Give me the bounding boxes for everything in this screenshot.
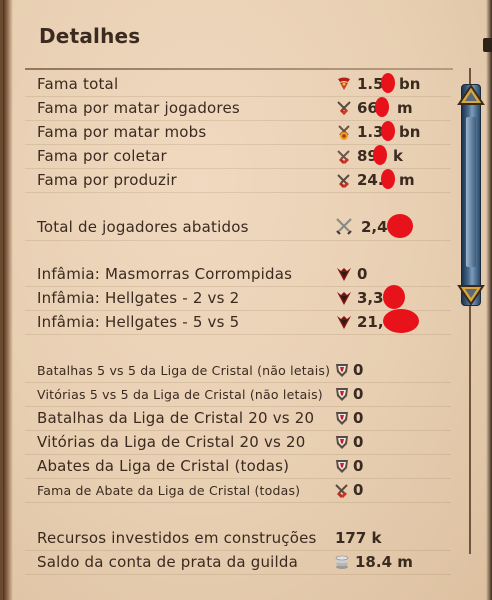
stat-row-crystal-kill-fame: Fama de Abate da Liga de Cristal (todas)… <box>25 478 451 503</box>
redaction-mark <box>375 97 389 117</box>
crafting-fame-icon <box>337 174 350 188</box>
scrollbar-grip <box>466 117 476 267</box>
stat-row-pve-fame: Fama por matar mobs 1.3 bn <box>25 120 451 145</box>
stat-label: Infâmia: Hellgates - 5 vs 5 <box>37 313 240 331</box>
stat-label: Fama por matar mobs <box>37 123 207 141</box>
fame-total-icon <box>338 77 350 90</box>
stat-label: Recursos investidos em construções <box>37 529 317 547</box>
stat-label: Infâmia: Masmorras Corrompidas <box>37 265 293 283</box>
stat-label: Total de jogadores abatidos <box>37 218 249 236</box>
stat-row-infamy-corrupted: Infâmia: Masmorras Corrompidas 0 <box>25 262 451 287</box>
stat-row-crafting-fame: Fama por produzir 24. m <box>25 168 451 193</box>
title-divider <box>25 68 453 70</box>
crystal-shield-icon <box>336 364 348 377</box>
silver-coins-icon <box>335 555 349 569</box>
gathering-fame-icon <box>337 150 350 164</box>
stat-label: Saldo da conta de prata da guilda <box>37 553 298 571</box>
stat-value: 0 <box>353 433 364 451</box>
stat-label: Fama por coletar <box>37 147 167 165</box>
stat-row-infamy-hellgate-2v2: Infâmia: Hellgates - 2 vs 2 3,3 <box>25 285 451 311</box>
stat-label: Vitórias 5 vs 5 da Liga de Cristal (não … <box>37 386 323 402</box>
scroll-down-arrow-icon[interactable] <box>457 282 485 306</box>
infamy-icon <box>337 292 351 305</box>
stat-row-crystal-20v20-battles: Batalhas da Liga de Cristal 20 vs 20 0 <box>25 406 451 431</box>
redaction-mark <box>387 214 413 238</box>
panel-edge <box>486 0 492 600</box>
stat-value: 1.5 <box>357 75 384 93</box>
panel-corner <box>483 38 492 52</box>
infamy-icon <box>337 316 351 329</box>
stat-label: Fama por produzir <box>37 171 177 189</box>
stat-unit: bn <box>399 123 421 141</box>
redaction-mark <box>383 285 405 309</box>
stat-value: 21, <box>357 313 384 331</box>
scrollbar-thumb[interactable] <box>461 84 481 306</box>
redaction-mark <box>381 73 395 93</box>
crystal-fame-icon <box>335 484 348 498</box>
stat-value: 177 k <box>335 529 382 547</box>
stat-value: 18.4 m <box>355 553 413 571</box>
stat-value: 0 <box>353 481 364 499</box>
crystal-shield-icon <box>336 412 348 425</box>
stat-value: 0 <box>353 409 364 427</box>
stat-row-gathering-fame: Fama por coletar 89 k <box>25 144 451 169</box>
stat-row-guild-silver: Saldo da conta de prata da guilda 18.4 m <box>25 550 451 575</box>
redaction-mark <box>381 121 395 141</box>
redaction-mark <box>381 169 395 189</box>
crystal-shield-icon <box>336 436 348 449</box>
pvp-fame-icon <box>337 101 351 115</box>
stat-unit: k <box>393 147 403 165</box>
stat-value: 0 <box>353 385 364 403</box>
scroll-up-arrow-icon[interactable] <box>457 84 485 108</box>
stat-row-fame-total: Fama total 1.5 bn <box>25 72 451 97</box>
stat-unit: bn <box>399 75 421 93</box>
stat-value: 1.3 <box>357 123 384 141</box>
stat-value: 0 <box>357 265 368 283</box>
stat-row-crystal-5v5-battles: Batalhas 5 vs 5 da Liga de Cristal (não … <box>25 358 451 383</box>
stat-label: Fama por matar jogadores <box>37 99 240 117</box>
stat-row-crystal-kills: Abates da Liga de Cristal (todas) 0 <box>25 454 451 479</box>
stat-value: 0 <box>353 361 364 379</box>
panel-title: Detalhes <box>39 24 141 48</box>
stat-label: Batalhas da Liga de Cristal 20 vs 20 <box>37 409 315 427</box>
crystal-shield-icon <box>336 460 348 473</box>
stat-value: 2,4 <box>361 218 388 236</box>
redaction-mark <box>383 309 419 333</box>
stat-value: 0 <box>353 457 364 475</box>
crossed-swords-icon <box>336 218 352 235</box>
stat-label: Infâmia: Hellgates - 2 vs 2 <box>37 289 240 307</box>
stat-row-players-killed: Total de jogadores abatidos 2,4 <box>25 214 451 241</box>
stat-row-infamy-hellgate-5v5: Infâmia: Hellgates - 5 vs 5 21, <box>25 309 451 335</box>
stat-label: Fama de Abate da Liga de Cristal (todas) <box>37 482 301 498</box>
details-panel: Detalhes Fama total 1.5 bn Fama por mata… <box>0 0 492 600</box>
stat-label: Fama total <box>37 75 119 93</box>
crystal-shield-icon <box>336 388 348 401</box>
stat-value: 24. <box>357 171 384 189</box>
redaction-mark <box>373 145 387 165</box>
stat-value: 3,3 <box>357 289 384 307</box>
stat-label: Vitórias da Liga de Cristal 20 vs 20 <box>37 433 306 451</box>
stat-row-crystal-20v20-wins: Vitórias da Liga de Cristal 20 vs 20 0 <box>25 430 451 455</box>
stat-row-pvp-fame: Fama por matar jogadores 66 m <box>25 96 451 121</box>
stat-unit: m <box>397 99 413 117</box>
stat-row-crystal-5v5-wins: Vitórias 5 vs 5 da Liga de Cristal (não … <box>25 382 451 407</box>
stat-label: Batalhas 5 vs 5 da Liga de Cristal (não … <box>37 362 331 378</box>
stat-unit: m <box>399 171 415 189</box>
pve-fame-icon <box>338 125 350 140</box>
stat-row-construction-resources: Recursos investidos em construções 177 k <box>25 526 451 551</box>
stat-label: Abates da Liga de Cristal (todas) <box>37 457 290 475</box>
infamy-icon <box>337 268 351 281</box>
